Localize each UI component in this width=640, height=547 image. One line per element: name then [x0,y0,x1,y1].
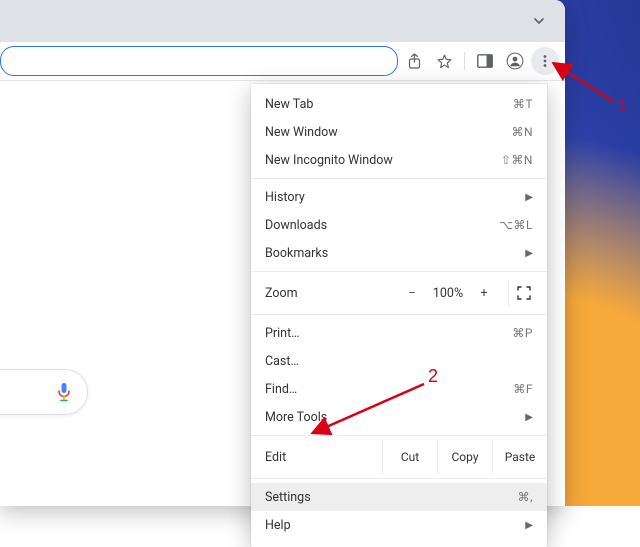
menu-shortcut: ⌥⌘L [499,218,533,232]
chevron-down-icon [533,15,545,27]
zoom-in-button[interactable]: + [470,280,498,306]
menu-label: New Tab [265,97,513,112]
menu-item-new-tab[interactable]: New Tab ⌘T [251,90,547,118]
submenu-arrow-icon: ▶ [525,192,533,203]
menu-shortcut: ⌘, [518,490,533,504]
menu-item-new-incognito[interactable]: New Incognito Window ⇧⌘N [251,146,547,174]
toolbar-separator [464,52,465,70]
menu-item-settings[interactable]: Settings ⌘, [251,483,547,511]
menu-item-history[interactable]: History ▶ [251,183,547,211]
menu-label: History [265,190,525,205]
menu-item-more-tools[interactable]: More Tools ▶ [251,403,547,431]
share-icon [407,53,422,70]
menu-item-new-window[interactable]: New Window ⌘N [251,118,547,146]
zoom-out-button[interactable]: − [398,280,426,306]
tab-strip [0,0,565,42]
menu-label: Help [265,518,525,533]
menu-item-bookmarks[interactable]: Bookmarks ▶ [251,239,547,267]
menu-item-downloads[interactable]: Downloads ⌥⌘L [251,211,547,239]
menu-shortcut: ⌘T [513,97,533,111]
menu-item-print[interactable]: Print… ⌘P [251,319,547,347]
menu-divider [251,271,547,272]
profile-button[interactable] [501,47,529,75]
menu-label: Edit [251,440,382,474]
microphone-icon[interactable] [57,382,71,402]
browser-toolbar [0,42,565,81]
menu-shortcut: ⇧⌘N [501,153,533,167]
menu-label: Find… [265,382,513,397]
menu-label: New Incognito Window [265,153,501,168]
menu-divider [251,178,547,179]
menu-item-zoom: Zoom − 100% + [251,276,547,310]
window-dropdown-button[interactable] [525,10,553,32]
edit-copy-button[interactable]: Copy [437,440,492,474]
menu-divider [251,314,547,315]
edit-cut-button[interactable]: Cut [382,440,437,474]
submenu-arrow-icon: ▶ [525,412,533,423]
menu-label: Settings [265,490,518,505]
submenu-arrow-icon: ▶ [525,520,533,531]
menu-label: Cast… [265,354,533,369]
edit-paste-button[interactable]: Paste [492,440,547,474]
menu-label: Bookmarks [265,246,525,261]
menu-label: More Tools [265,410,525,425]
more-menu-button[interactable] [531,47,559,75]
side-panel-icon [477,54,493,68]
menu-label: Print… [265,326,512,341]
menu-divider [251,478,547,479]
menu-item-cast[interactable]: Cast… [251,347,547,375]
menu-label: Downloads [265,218,499,233]
star-icon [436,53,453,70]
menu-shortcut: ⌘P [512,326,533,340]
menu-divider [251,435,547,436]
chrome-main-menu: New Tab ⌘T New Window ⌘N New Incognito W… [251,84,547,547]
menu-shortcut: ⌘F [513,382,533,396]
menu-item-find[interactable]: Find… ⌘F [251,375,547,403]
bookmark-button[interactable] [430,47,458,75]
search-box-fragment[interactable] [0,369,88,415]
share-button[interactable] [400,47,428,75]
submenu-arrow-icon: ▶ [525,248,533,259]
address-bar[interactable] [0,46,398,76]
zoom-value: 100% [426,286,470,301]
more-vert-icon [538,54,552,68]
menu-item-help[interactable]: Help ▶ [251,511,547,539]
menu-shortcut: ⌘N [511,125,533,139]
menu-label: Zoom [265,286,398,301]
menu-label: New Window [265,125,511,140]
menu-item-edit: Edit Cut Copy Paste [251,440,547,474]
fullscreen-icon [517,286,531,300]
side-panel-button[interactable] [471,47,499,75]
profile-icon [506,52,524,70]
fullscreen-button[interactable] [508,280,539,306]
